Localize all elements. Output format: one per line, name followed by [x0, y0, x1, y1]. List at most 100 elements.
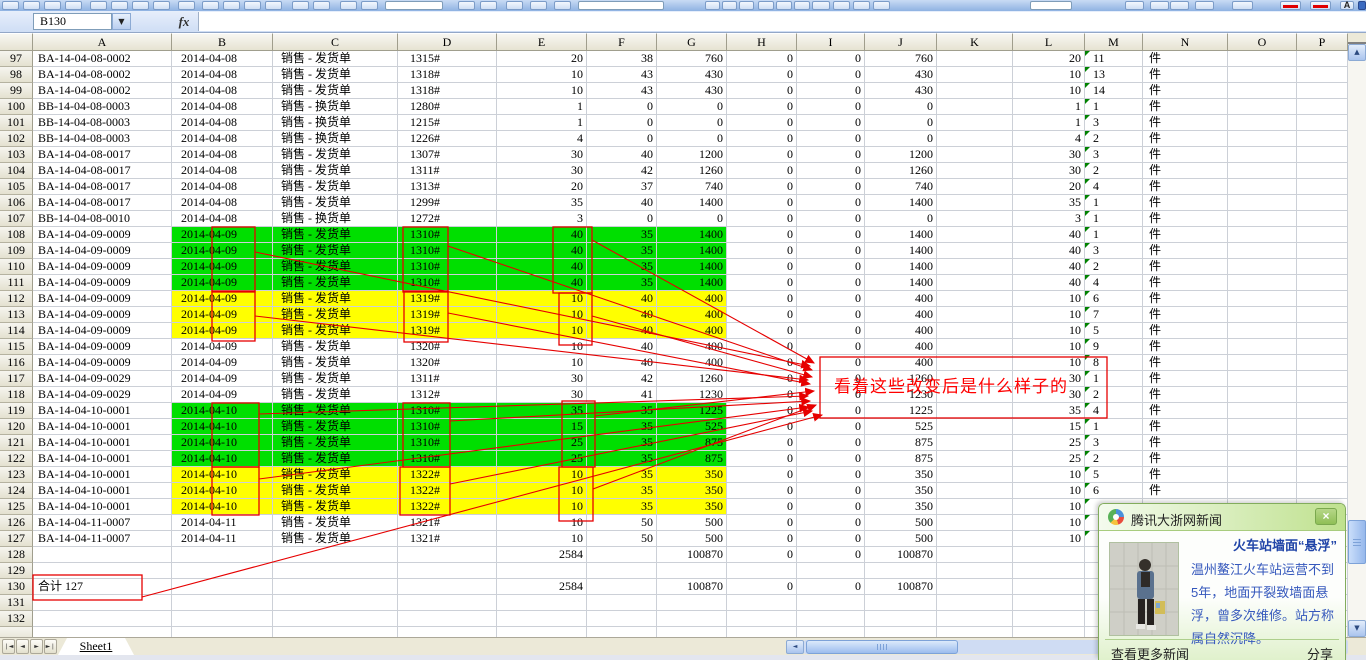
grid-cell[interactable]: BB-14-04-08-0003	[33, 115, 172, 131]
grid-cell[interactable]: 0	[727, 83, 797, 99]
row-header[interactable]: 109	[0, 243, 33, 259]
grid-cell[interactable]	[1228, 451, 1297, 467]
grid-cell[interactable]: 0	[797, 99, 865, 115]
grid-cell[interactable]: 件	[1143, 435, 1228, 451]
grid-cell[interactable]	[587, 563, 657, 579]
grid-cell[interactable]: 件	[1143, 323, 1228, 339]
grid-cell[interactable]	[172, 547, 273, 563]
grid-cell[interactable]: 2014-04-10	[172, 483, 273, 499]
grid-cell[interactable]: 30	[1013, 147, 1085, 163]
grid-cell[interactable]: 2014-04-08	[172, 131, 273, 147]
grid-cell[interactable]	[657, 563, 727, 579]
research-icon[interactable]	[178, 1, 195, 10]
grid-cell[interactable]: 销售 - 发货单	[273, 499, 398, 515]
grid-cell[interactable]	[657, 627, 727, 637]
row-header[interactable]: 122	[0, 451, 33, 467]
grid-cell[interactable]	[1297, 211, 1348, 227]
grid-cell[interactable]: 0	[727, 131, 797, 147]
grid-cell[interactable]: 38	[587, 51, 657, 67]
copy-icon[interactable]	[223, 1, 240, 10]
grid-cell[interactable]: 0	[727, 307, 797, 323]
grid-cell[interactable]: 件	[1143, 131, 1228, 147]
grid-cell[interactable]: 1400	[657, 259, 727, 275]
grid-cell[interactable]: 件	[1143, 307, 1228, 323]
grid-cell[interactable]: 1310#	[398, 227, 497, 243]
grid-cell[interactable]	[273, 547, 398, 563]
grid-cell[interactable]	[1228, 211, 1297, 227]
increase-indent-icon[interactable]	[1195, 1, 1214, 10]
grid-cell[interactable]: 35	[1013, 403, 1085, 419]
grid-cell[interactable]: 销售 - 发货单	[273, 83, 398, 99]
grid-cell[interactable]	[937, 355, 1013, 371]
grid-cell[interactable]: BA-14-04-09-0029	[33, 371, 172, 387]
grid-cell[interactable]: 5	[1085, 323, 1143, 339]
grid-cell[interactable]: 400	[657, 323, 727, 339]
grid-cell[interactable]: 1299#	[398, 195, 497, 211]
row-header[interactable]: 98	[0, 67, 33, 83]
italic-icon[interactable]	[722, 1, 737, 10]
row-header[interactable]: 97	[0, 51, 33, 67]
grid-cell[interactable]: 销售 - 发货单	[273, 307, 398, 323]
grid-cell[interactable]: BA-14-04-10-0001	[33, 403, 172, 419]
grid-cell[interactable]: BA-14-04-08-0017	[33, 163, 172, 179]
grid-cell[interactable]: 0	[727, 211, 797, 227]
first-sheet-icon[interactable]: ❘◄	[2, 639, 15, 654]
grid-cell[interactable]	[1228, 227, 1297, 243]
formula-input[interactable]	[198, 12, 1366, 31]
grid-cell[interactable]: 1310#	[398, 275, 497, 291]
grid-cell[interactable]: 1272#	[398, 211, 497, 227]
grid-cell[interactable]: 8	[1085, 355, 1143, 371]
email-icon[interactable]	[90, 1, 107, 10]
grid-cell[interactable]: 0	[727, 179, 797, 195]
grid-cell[interactable]: 2	[1085, 163, 1143, 179]
grid-cell[interactable]	[33, 595, 172, 611]
grid-cell[interactable]: 350	[865, 483, 937, 499]
grid-cell[interactable]	[937, 515, 1013, 531]
grid-cell[interactable]: 0	[797, 323, 865, 339]
grid-cell[interactable]: 40	[1013, 227, 1085, 243]
borders-icon[interactable]	[1232, 1, 1253, 10]
grid-cell[interactable]: 400	[657, 339, 727, 355]
grid-cell[interactable]: 400	[865, 291, 937, 307]
grid-cell[interactable]: 20	[1013, 179, 1085, 195]
grid-cell[interactable]	[33, 611, 172, 627]
column-header-B[interactable]: B	[172, 33, 273, 51]
grid-cell[interactable]	[1228, 355, 1297, 371]
grid-cell[interactable]: 35	[587, 419, 657, 435]
column-header-A[interactable]: A	[33, 33, 172, 51]
grid-cell[interactable]	[172, 611, 273, 627]
grid-cell[interactable]: 760	[657, 51, 727, 67]
align-right-icon[interactable]	[794, 1, 810, 10]
grid-cell[interactable]: 30	[1013, 163, 1085, 179]
grid-cell[interactable]: 0	[657, 131, 727, 147]
grid-cell[interactable]: 2014-04-11	[172, 531, 273, 547]
grid-cell[interactable]: 10	[497, 307, 587, 323]
grid-cell[interactable]: 10	[497, 467, 587, 483]
grid-cell[interactable]: 件	[1143, 355, 1228, 371]
grid-cell[interactable]: 1260	[865, 163, 937, 179]
column-header-G[interactable]: G	[657, 33, 727, 51]
drawing-icon[interactable]	[530, 1, 547, 10]
grid-cell[interactable]	[1297, 483, 1348, 499]
grid-cell[interactable]: 0	[727, 467, 797, 483]
grid-cell[interactable]: 1200	[865, 147, 937, 163]
grid-cell[interactable]: 件	[1143, 403, 1228, 419]
grid-cell[interactable]	[1297, 355, 1348, 371]
grid-cell[interactable]: 3	[1085, 435, 1143, 451]
scroll-left-icon[interactable]: ◄	[786, 640, 804, 654]
grid-cell[interactable]	[1013, 547, 1085, 563]
grid-cell[interactable]: 2014-04-08	[172, 67, 273, 83]
grid-cell[interactable]: 2014-04-09	[172, 371, 273, 387]
grid-cell[interactable]: 35	[497, 195, 587, 211]
grid-cell[interactable]: BB-14-04-08-0010	[33, 211, 172, 227]
scroll-down-icon[interactable]: ▼	[1348, 620, 1366, 637]
grid-cell[interactable]: 1225	[865, 403, 937, 419]
grid-cell[interactable]	[172, 563, 273, 579]
decrease-decimal-icon[interactable]	[1150, 1, 1169, 10]
grid-cell[interactable]: 2014-04-10	[172, 419, 273, 435]
grid-cell[interactable]: 2014-04-08	[172, 51, 273, 67]
row-header[interactable]: 120	[0, 419, 33, 435]
grid-cell[interactable]	[1013, 627, 1085, 637]
grid-cell[interactable]	[937, 499, 1013, 515]
grid-cell[interactable]	[1228, 99, 1297, 115]
